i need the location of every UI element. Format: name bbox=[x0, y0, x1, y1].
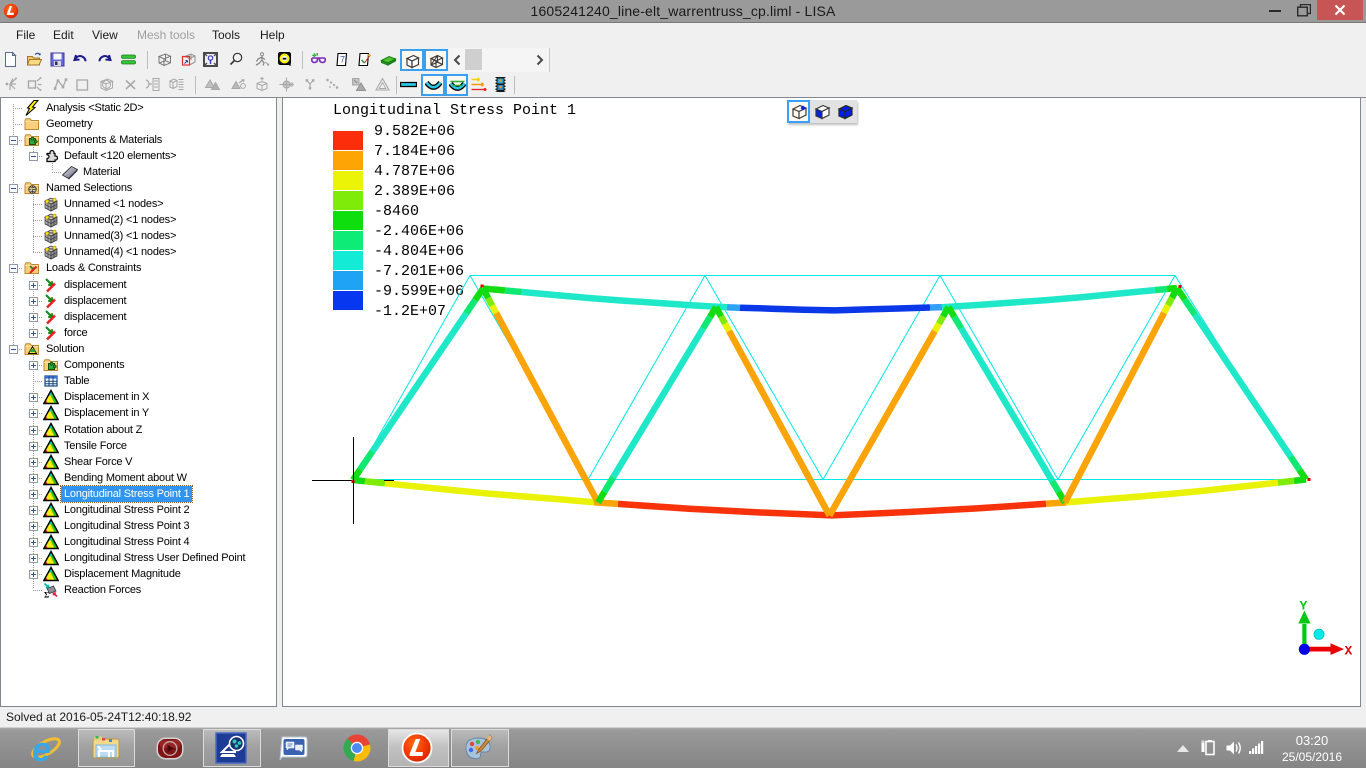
svg-text:X: X bbox=[1345, 644, 1353, 659]
svg-text:e: e bbox=[32, 732, 51, 764]
svg-text:Y: Y bbox=[1300, 599, 1308, 614]
svg-text:Σ: Σ bbox=[44, 591, 49, 599]
svg-text:7: 7 bbox=[340, 55, 345, 65]
